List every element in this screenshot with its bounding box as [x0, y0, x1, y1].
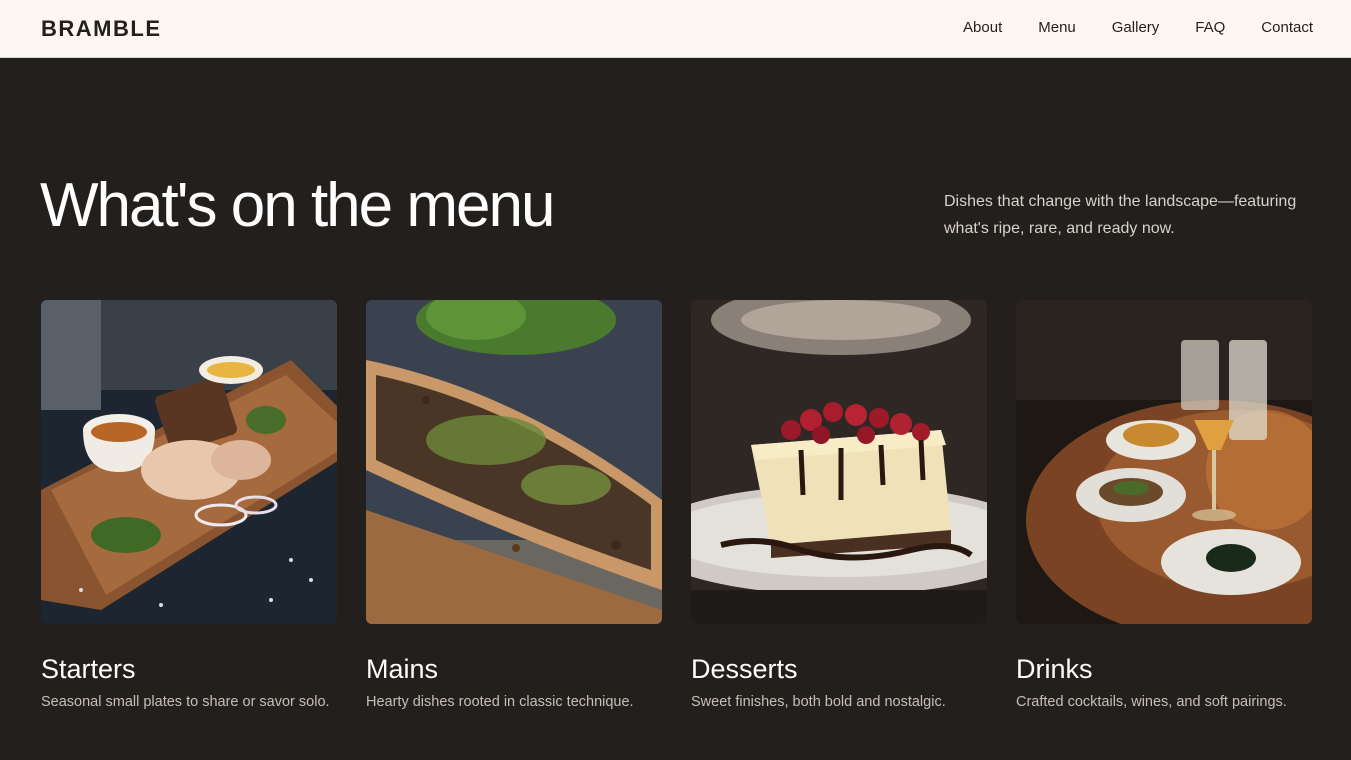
- nav-link-faq[interactable]: FAQ: [1195, 19, 1225, 36]
- page-title: What's on the menu: [40, 171, 555, 240]
- main-nav: About Menu Gallery FAQ Contact: [963, 19, 1313, 36]
- top-navigation-bar: BRAMBLE About Menu Gallery FAQ Contact: [0, 0, 1351, 58]
- card-title: Mains: [366, 654, 439, 684]
- card-title: Drinks: [1016, 654, 1093, 684]
- card-description: Crafted cocktails, wines, and soft pairi…: [1016, 694, 1287, 710]
- brand-logo[interactable]: BRAMBLE: [41, 16, 162, 42]
- card-description: Sweet finishes, both bold and nostalgic.: [691, 694, 946, 710]
- menu-card-starters[interactable]: Starters Seasonal small plates to share …: [41, 300, 337, 710]
- menu-card-mains[interactable]: Mains Hearty dishes rooted in classic te…: [366, 300, 662, 710]
- nav-link-contact[interactable]: Contact: [1261, 19, 1313, 36]
- desserts-photo: [691, 300, 987, 624]
- nav-link-about[interactable]: About: [963, 19, 1002, 36]
- nav-link-menu[interactable]: Menu: [1038, 19, 1076, 36]
- menu-category-cards: Starters Seasonal small plates to share …: [41, 300, 1312, 710]
- starters-photo: [41, 300, 337, 624]
- card-title: Starters: [41, 654, 136, 684]
- menu-card-desserts[interactable]: Desserts Sweet finishes, both bold and n…: [691, 300, 987, 710]
- hero-description: Dishes that change with the landscape—fe…: [944, 193, 1297, 237]
- nav-link-gallery[interactable]: Gallery: [1112, 19, 1160, 36]
- menu-card-drinks[interactable]: Drinks Crafted cocktails, wines, and sof…: [1016, 300, 1312, 710]
- mains-photo: [366, 300, 662, 624]
- card-description: Hearty dishes rooted in classic techniqu…: [366, 694, 634, 710]
- card-description: Seasonal small plates to share or savor …: [41, 694, 330, 710]
- drinks-photo: [1016, 300, 1312, 624]
- card-title: Desserts: [691, 654, 798, 684]
